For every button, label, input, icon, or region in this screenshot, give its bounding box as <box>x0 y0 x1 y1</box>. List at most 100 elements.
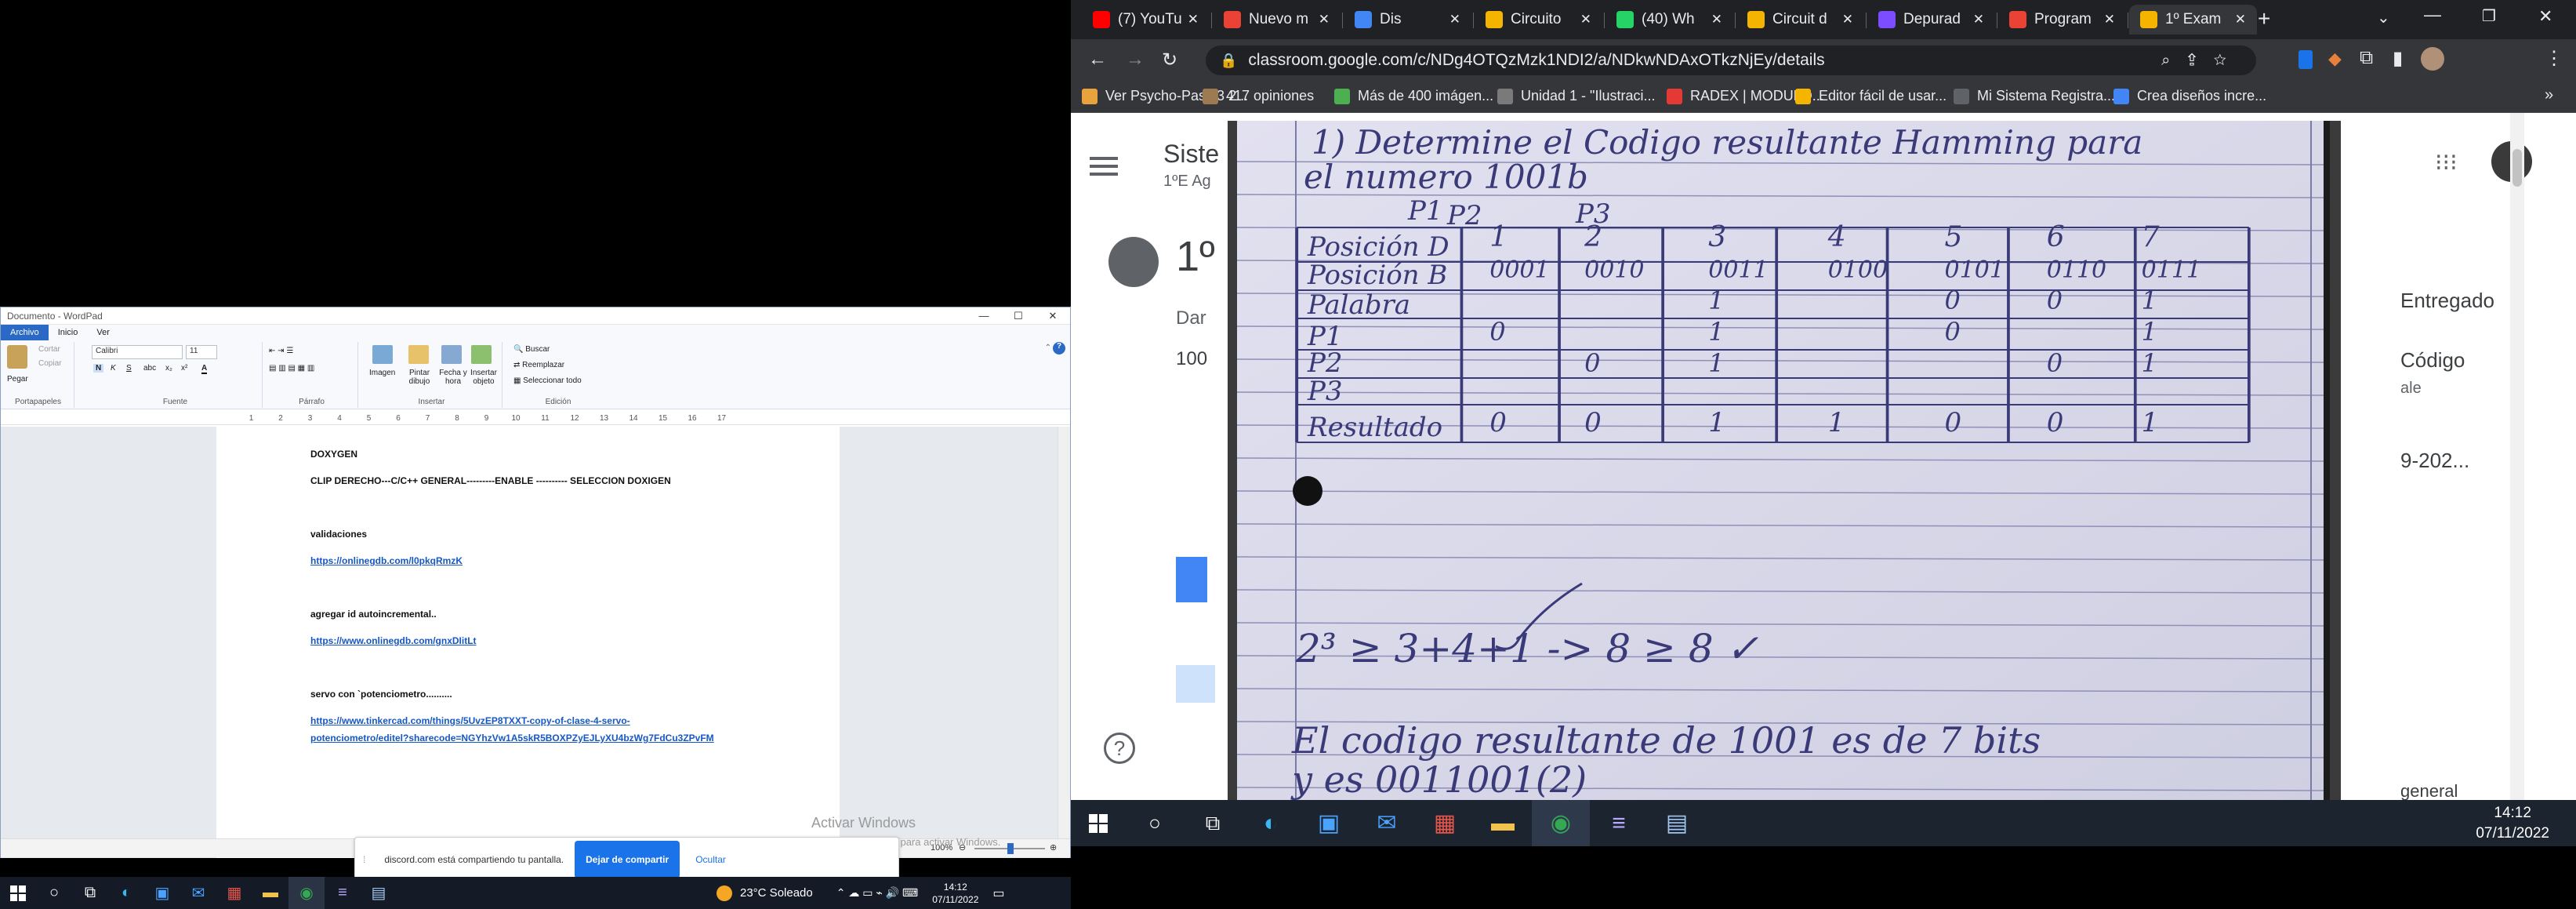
superscript-button[interactable]: x² <box>181 364 187 373</box>
task-view-icon[interactable]: ⧉ <box>72 877 108 909</box>
subscript-button[interactable]: x₂ <box>165 364 172 373</box>
tab-archivo[interactable]: Archivo <box>1 325 49 340</box>
back-icon[interactable]: ← <box>1088 49 1107 71</box>
attachment-thumb[interactable] <box>1176 665 1215 703</box>
underline-button[interactable]: S <box>126 364 132 373</box>
wordpad-icon[interactable]: ▤ <box>1648 807 1706 839</box>
tab-close-icon[interactable]: ✕ <box>1842 12 1853 27</box>
hamburger-icon[interactable] <box>1090 157 1118 160</box>
apps-grid-icon[interactable]: ⁝⁝⁝ <box>2435 149 2458 176</box>
forward-icon[interactable]: → <box>1126 49 1145 71</box>
windows-start-icon[interactable] <box>1071 807 1126 839</box>
browser-tab[interactable]: Circuito ✕ <box>1475 5 1602 35</box>
page-scrollbar[interactable] <box>2510 113 2524 800</box>
clock[interactable]: 14:12 07/11/2022 <box>2476 803 2549 844</box>
task-view-icon[interactable]: ⧉ <box>1184 807 1242 839</box>
puzzle-icon[interactable]: ⧉ <box>2360 47 2373 69</box>
edge-icon[interactable]: ◐ <box>1242 807 1300 839</box>
wordpad-icon[interactable]: ▤ <box>361 877 397 909</box>
doc-link[interactable]: https://onlinegdb.com/l0pkqRmzK <box>310 555 463 566</box>
bold-button[interactable]: N <box>93 364 104 373</box>
store-icon[interactable]: ▣ <box>1300 807 1358 839</box>
browser-tab[interactable]: Nuevo m ✕ <box>1213 5 1341 35</box>
bookmark-item[interactable]: Mi Sistema Registra... <box>1954 88 2115 104</box>
vertical-scrollbar[interactable] <box>1058 427 1070 858</box>
maximize-icon[interactable]: ☐ <box>1001 310 1036 322</box>
mail-icon[interactable]: ✉ <box>180 877 216 909</box>
more-bookmarks-icon[interactable]: » <box>2545 86 2553 104</box>
browser-tab[interactable]: Dis ✕ <box>1344 5 1471 35</box>
italic-button[interactable]: K <box>111 364 116 373</box>
vs-icon[interactable]: ≡ <box>1590 807 1648 839</box>
attachment-thumb[interactable] <box>1176 557 1207 602</box>
new-tab-button[interactable]: + <box>2258 6 2270 31</box>
url-field[interactable]: 🔒 classroom.google.com/c/NDg4OTQzMzk1NDI… <box>1206 45 2256 75</box>
paste-button[interactable]: Pegar <box>7 375 28 384</box>
collapse-ribbon-icon[interactable]: ⌃ <box>1045 344 1051 352</box>
zoom-in-icon[interactable]: ⊕ <box>1050 842 1057 853</box>
indent-icon[interactable]: ⇤ ⇥ ☰ <box>269 347 293 355</box>
winrar-icon[interactable]: ▦ <box>216 877 252 909</box>
chrome-icon[interactable]: ◉ <box>288 877 325 909</box>
find-button[interactable]: 🔍 Buscar <box>513 345 550 354</box>
hide-button[interactable]: Ocultar <box>695 854 726 865</box>
tab-close-icon[interactable]: ✕ <box>2104 12 2115 27</box>
windows-start-icon[interactable] <box>0 877 36 909</box>
strike-button[interactable]: abc <box>143 364 156 373</box>
minimize-icon[interactable]: — <box>967 310 1001 322</box>
weather-widget[interactable]: 23°C Soleado <box>717 885 813 901</box>
tab-ver[interactable]: Ver <box>87 326 119 339</box>
zoom-thumb[interactable] <box>1007 843 1014 854</box>
paint-icon[interactable] <box>408 345 429 364</box>
font-size-select[interactable]: 11 <box>186 345 217 359</box>
image-button[interactable]: Imagen <box>369 369 395 377</box>
tray-icons[interactable]: ⌃ ☁ ▭ ⌁ 🔊 ⌨ <box>836 886 918 900</box>
browser-tab[interactable]: Circuit d ✕ <box>1736 5 1864 35</box>
browser-tab[interactable]: Program ✕ <box>1998 5 2126 35</box>
font-name-select[interactable]: Calibri <box>92 345 183 359</box>
close-icon[interactable]: ✕ <box>1036 310 1070 322</box>
stop-sharing-button[interactable]: Dejar de compartir <box>575 841 680 878</box>
browser-tab[interactable]: (7) YouTu ✕ <box>1082 5 1210 35</box>
vs-icon[interactable]: ≡ <box>325 877 361 909</box>
tab-inicio[interactable]: Inicio <box>49 326 88 339</box>
align-icon[interactable]: ▤ ▥ ▤ ▦ ▥ <box>269 364 314 373</box>
copy-button[interactable]: Copiar <box>38 359 61 368</box>
bookmark-item[interactable]: Editor fácil de usar... <box>1795 88 1947 104</box>
winrar-icon[interactable]: ▦ <box>1416 807 1474 839</box>
tab-close-icon[interactable]: ✕ <box>1580 12 1591 27</box>
paste-icon[interactable] <box>7 345 27 369</box>
notebook-photo[interactable]: 1) Determine el Codigo resultante Hammin… <box>1237 121 2330 800</box>
doc-link[interactable]: https://www.onlinegdb.com/gnxDIitLt <box>310 635 477 646</box>
mail-icon[interactable]: ✉ <box>1358 807 1416 839</box>
tab-close-icon[interactable]: ✕ <box>1188 12 1199 27</box>
notification-icon[interactable]: ▭ <box>992 885 1004 901</box>
doc-link[interactable]: https://www.tinkercad.com/things/5UvzEP8… <box>310 715 630 726</box>
reload-icon[interactable]: ↻ <box>1162 49 1177 71</box>
tab-search-icon[interactable]: ⌄ <box>2377 8 2390 27</box>
image-icon[interactable] <box>372 345 393 364</box>
document-page[interactable]: DOXYGEN CLIP DERECHO---C/C++ GENERAL----… <box>216 427 840 858</box>
calendar-icon[interactable] <box>441 345 462 364</box>
extension-icon[interactable] <box>2298 50 2313 69</box>
browser-tab[interactable]: 1º Exam ✕ <box>2129 5 2257 35</box>
tab-close-icon[interactable]: ✕ <box>1973 12 1984 27</box>
doc-link[interactable]: potenciometro/editel?sharecode=NGYhzVw1A… <box>310 733 714 744</box>
page-scroll-thumb[interactable] <box>2513 149 2522 187</box>
restore-icon[interactable]: ❐ <box>2482 6 2496 26</box>
drag-handle-icon[interactable]: ⁞ <box>363 854 365 865</box>
edge-icon[interactable]: ◐ <box>108 877 144 909</box>
paint-button[interactable]: Pintar dibujo <box>404 369 435 386</box>
cut-button[interactable]: Cortar <box>38 345 60 354</box>
datetime-button[interactable]: Fecha y hora <box>438 369 468 386</box>
bookmark-item[interactable]: Crea diseños incre... <box>2113 88 2266 104</box>
replace-button[interactable]: ⇄ Reemplazar <box>513 361 564 369</box>
bookmark-item[interactable]: Unidad 1 - "Ilustraci... <box>1497 88 1655 104</box>
file-explorer-icon[interactable]: ▬ <box>1474 807 1532 839</box>
store-icon[interactable]: ▣ <box>144 877 180 909</box>
insert-object-button[interactable]: Insertar objeto <box>468 369 499 386</box>
tab-close-icon[interactable]: ✕ <box>2235 12 2246 27</box>
object-icon[interactable] <box>471 345 492 364</box>
metamask-icon[interactable]: ◆ <box>2328 49 2342 69</box>
tab-close-icon[interactable]: ✕ <box>1711 12 1722 27</box>
